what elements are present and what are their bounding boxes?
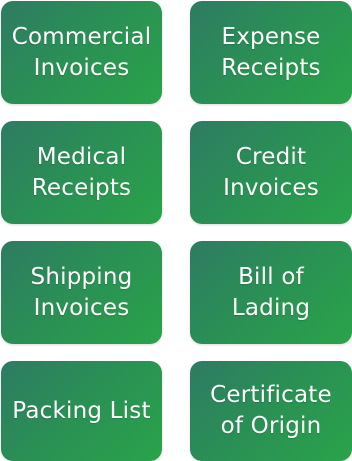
tile-label: Bill of Lading [231, 263, 311, 321]
tile-label: Shipping Invoices [30, 263, 133, 321]
document-type-grid: Commercial Invoices Expense Receipts Med… [0, 0, 352, 461]
tile-label: Expense Receipts [221, 23, 321, 81]
tile-label: Certificate of Origin [210, 382, 332, 439]
tile-label: Medical Receipts [31, 143, 132, 201]
tile-label: Credit Invoices [223, 143, 319, 201]
tile-expense-receipts[interactable]: Expense Receipts [190, 1, 352, 104]
tile-medical-receipts[interactable]: Medical Receipts [1, 121, 162, 224]
tile-certificate-of-origin[interactable]: Certificate of Origin [190, 361, 352, 461]
tile-commercial-invoices[interactable]: Commercial Invoices [1, 1, 162, 104]
tile-packing-list[interactable]: Packing List [1, 361, 162, 461]
tile-label: Packing List [12, 397, 151, 424]
tile-credit-invoices[interactable]: Credit Invoices [190, 121, 352, 224]
tile-shipping-invoices[interactable]: Shipping Invoices [1, 241, 162, 344]
tile-bill-of-lading[interactable]: Bill of Lading [190, 241, 352, 344]
tile-label: Commercial Invoices [11, 23, 152, 81]
